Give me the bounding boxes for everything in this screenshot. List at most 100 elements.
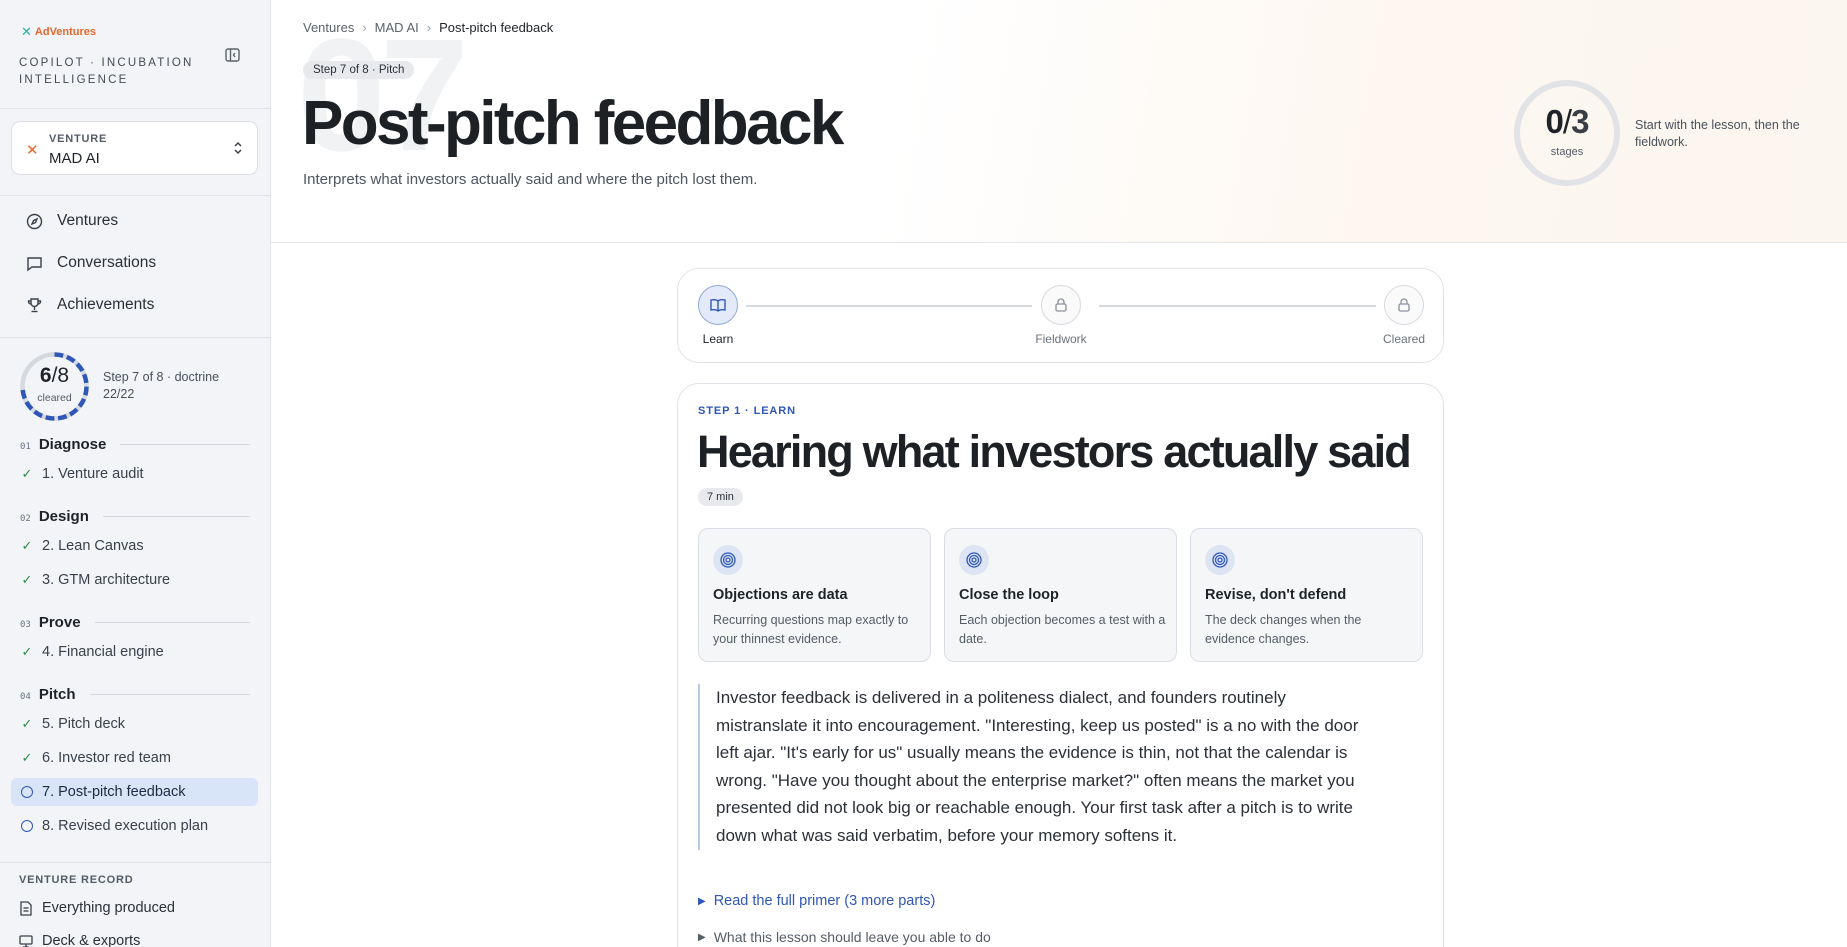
lesson-quote: Investor feedback is delivered in a poli… — [698, 684, 1368, 850]
page-title: Post-pitch feedback — [302, 89, 844, 158]
record-item-deck-exports[interactable]: Deck & exports — [19, 930, 140, 947]
stages-done: 0 — [1545, 103, 1564, 140]
divider — [0, 862, 270, 863]
lesson-title: Hearing what investors actually said — [697, 426, 1412, 477]
lock-icon — [1398, 298, 1410, 312]
step-item-gtm-architecture[interactable]: ✓ 3. GTM architecture — [11, 566, 258, 594]
compass-icon — [26, 213, 43, 229]
venture-name: MAD AI — [49, 150, 100, 167]
nav-item-achievements[interactable]: Achievements — [26, 293, 154, 317]
step-label: 6. Investor red team — [42, 750, 171, 766]
breadcrumb-chevron-icon: › — [426, 20, 432, 35]
pillar-body: Each objection becomes a test with a dat… — [959, 613, 1166, 646]
section-num: 04 — [20, 692, 31, 702]
breadcrumb-venture[interactable]: MAD AI — [375, 20, 419, 35]
stepper-node-learn[interactable] — [698, 285, 738, 325]
brand-mark-icon: ✕ — [21, 24, 32, 39]
nav-item-conversations[interactable]: Conversations — [26, 251, 156, 275]
check-icon: ✓ — [21, 750, 33, 765]
pillar-body: The deck changes when the evidence chang… — [1205, 613, 1362, 646]
check-icon: ✓ — [21, 538, 33, 553]
lesson-duration-badge: 7 min — [698, 488, 743, 506]
brand-subtitle: COPILOT · INCUBATION INTELLIGENCE — [19, 57, 194, 86]
venture-selector[interactable]: ✕ VENTURE MAD AI — [11, 121, 258, 175]
progress-caption: Step 7 of 8 · doctrine 22/22 — [103, 370, 220, 401]
lesson-outcomes-toggle[interactable]: ▶ What this lesson should leave you able… — [698, 929, 991, 945]
section-num: 02 — [20, 514, 31, 524]
breadcrumb: Ventures › MAD AI › Post-pitch feedback — [303, 20, 553, 35]
step-label: 3. GTM architecture — [42, 572, 171, 588]
brand-name: AdVentures — [34, 26, 97, 38]
sidebar-collapse-icon — [224, 48, 240, 62]
section-head-diagnose: 01 Diagnose — [20, 436, 250, 454]
stages-caption: Start with the lesson, then the fieldwor… — [1635, 118, 1800, 149]
divider — [0, 337, 270, 338]
pillar-card-objections: Objections are data Recurring questions … — [698, 528, 931, 662]
breadcrumb-ventures[interactable]: Ventures — [303, 20, 354, 35]
section-num: 01 — [20, 442, 31, 452]
step-item-venture-audit[interactable]: ✓ 1. Venture audit — [11, 460, 258, 488]
step-label: 1. Venture audit — [42, 466, 144, 482]
stepper-node-cleared — [1384, 285, 1424, 325]
collapse-sidebar-button[interactable] — [222, 46, 242, 64]
check-icon: ✓ — [21, 466, 33, 481]
target-icon — [713, 545, 743, 575]
step-item-post-pitch-feedback[interactable]: 7. Post-pitch feedback — [11, 778, 258, 806]
nav-item-label: Achievements — [57, 296, 155, 313]
venture-logo-icon: ✕ — [26, 142, 39, 159]
nav-item-ventures[interactable]: Ventures — [26, 209, 118, 233]
read-full-primer-link[interactable]: ▶ Read the full primer (3 more parts) — [698, 893, 935, 909]
step-item-investor-red-team[interactable]: ✓ 6. Investor red team — [11, 744, 258, 772]
stepper-node-fieldwork — [1041, 285, 1081, 325]
divider — [0, 195, 270, 196]
pillar-title: Close the loop — [959, 587, 1059, 603]
step-label: 4. Financial engine — [42, 644, 164, 660]
section-name: Prove — [38, 614, 81, 631]
stepper-label-cleared: Cleared — [1382, 332, 1426, 346]
stages-total: 3 — [1571, 103, 1589, 140]
step-item-revised-execution-plan[interactable]: 8. Revised execution plan — [11, 812, 258, 840]
target-icon — [1205, 545, 1235, 575]
chevron-updown-icon — [234, 141, 242, 155]
lesson-eyebrow: STEP 1 · LEARN — [698, 405, 796, 417]
progress-count: 6/8 — [39, 364, 70, 387]
record-item-label: Deck & exports — [42, 933, 141, 947]
circle-icon — [21, 786, 33, 798]
step-label: 8. Revised execution plan — [42, 818, 209, 834]
section-rule — [120, 444, 250, 445]
section-head-design: 02 Design — [20, 508, 250, 526]
step-item-financial-engine[interactable]: ✓ 4. Financial engine — [11, 638, 258, 666]
nav-item-label: Ventures — [57, 212, 119, 229]
brand-logo[interactable]: ✕ AdVentures — [21, 24, 96, 40]
step-item-pitch-deck[interactable]: ✓ 5. Pitch deck — [11, 710, 258, 738]
page-header: 07 Ventures › MAD AI › Post-pitch feedba… — [271, 0, 1847, 243]
book-icon — [710, 299, 726, 312]
section-rule — [102, 516, 250, 517]
pillar-body: Recurring questions map exactly to your … — [713, 613, 909, 646]
progress-total: 8 — [57, 364, 70, 387]
lesson-stepper: Learn Fieldwork Cleared — [677, 268, 1444, 363]
nav-item-label: Conversations — [57, 254, 157, 271]
stages-count: 0/3 — [1545, 103, 1590, 140]
section-name: Pitch — [38, 686, 76, 703]
trophy-icon — [27, 297, 42, 312]
section-head-pitch: 04 Pitch — [20, 686, 250, 704]
check-icon: ✓ — [21, 644, 33, 659]
step-label: 2. Lean Canvas — [42, 538, 144, 554]
pillar-card-revise: Revise, don't defend The deck changes wh… — [1190, 528, 1423, 662]
section-name: Diagnose — [38, 436, 107, 453]
record-item-label: Everything produced — [42, 900, 175, 916]
progress-sub: cleared — [37, 392, 72, 404]
check-icon: ✓ — [21, 716, 33, 731]
record-item-everything-produced[interactable]: Everything produced — [19, 897, 175, 919]
target-icon — [959, 545, 989, 575]
disclosure-triangle-icon: ▶ — [698, 895, 706, 907]
section-rule — [94, 622, 250, 623]
check-icon: ✓ — [21, 572, 33, 587]
section-name: Design — [38, 508, 89, 525]
stepper-label-learn: Learn — [702, 332, 734, 346]
step-label: 7. Post-pitch feedback — [42, 784, 186, 800]
sidebar: ✕ AdVentures COPILOT · INCUBATION INTELL… — [0, 0, 271, 947]
breadcrumb-chevron-icon: › — [362, 20, 367, 35]
step-item-lean-canvas[interactable]: ✓ 2. Lean Canvas — [11, 532, 258, 560]
